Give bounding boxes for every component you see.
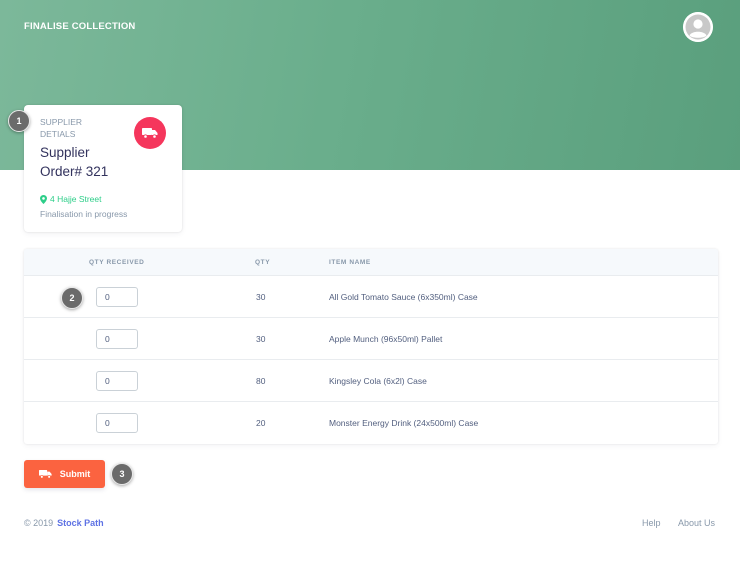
submit-label: Submit [59,469,91,479]
footer-link-about-us[interactable]: About Us [678,518,715,528]
footer-link-help[interactable]: Help [642,518,661,528]
table-row: 30 Apple Munch (96x50ml) Pallet [24,318,718,360]
map-marker-icon [40,194,47,204]
table-row: 30 All Gold Tomato Sauce (6x350ml) Case [24,276,718,318]
item-name-cell: Kingsley Cola (6x2l) Case [329,376,427,386]
qty-received-input[interactable] [96,371,138,391]
truck-icon-circle [134,117,166,149]
item-name-cell: Monster Energy Drink (24x500ml) Case [329,418,479,428]
qty-cell: 20 [256,418,266,428]
step-badge-1: 1 [8,110,30,132]
address-text: 4 Hajje Street [50,194,102,204]
supplier-order-title: Supplier Order# 321 [40,145,109,179]
table-row: 80 Kingsley Cola (6x2l) Case [24,360,718,402]
supplier-details-card: SUPPLIER DETIALS Supplier Order# 321 4 H… [24,105,182,232]
header-qty-received: QTY RECEIVED [89,259,145,266]
supplier-address: 4 Hajje Street [40,194,102,204]
truck-icon [142,128,158,139]
item-name-cell: Apple Munch (96x50ml) Pallet [329,334,443,344]
user-avatar[interactable] [683,12,713,42]
qty-cell: 30 [256,292,266,302]
truck-icon [38,469,52,479]
item-name-cell: All Gold Tomato Sauce (6x350ml) Case [329,292,478,302]
qty-cell: 80 [256,376,266,386]
header-qty: QTY [255,259,271,266]
footer-copyright: © 2019 Stock Path [24,518,104,528]
items-table: QTY RECEIVED QTY ITEM NAME 30 All Gold T… [24,249,718,444]
brand-link[interactable]: Stock Path [57,518,104,528]
qty-received-input[interactable] [96,413,138,433]
card-label: SUPPLIER DETIALS [40,117,83,139]
user-avatar-icon [683,12,713,42]
step-badge-3: 3 [111,463,133,485]
step-badge-2: 2 [61,287,83,309]
table-row: 20 Monster Energy Drink (24x500ml) Case [24,402,718,444]
header-item-name: ITEM NAME [329,259,371,266]
copyright-text: © 2019 [24,518,54,528]
table-header: QTY RECEIVED QTY ITEM NAME [24,249,718,276]
page-title: FINALISE COLLECTION [24,21,136,32]
qty-received-input[interactable] [96,287,138,307]
collection-status: Finalisation in progress [40,209,128,219]
qty-cell: 30 [256,334,266,344]
qty-received-input[interactable] [96,329,138,349]
submit-button[interactable]: Submit [24,460,105,488]
